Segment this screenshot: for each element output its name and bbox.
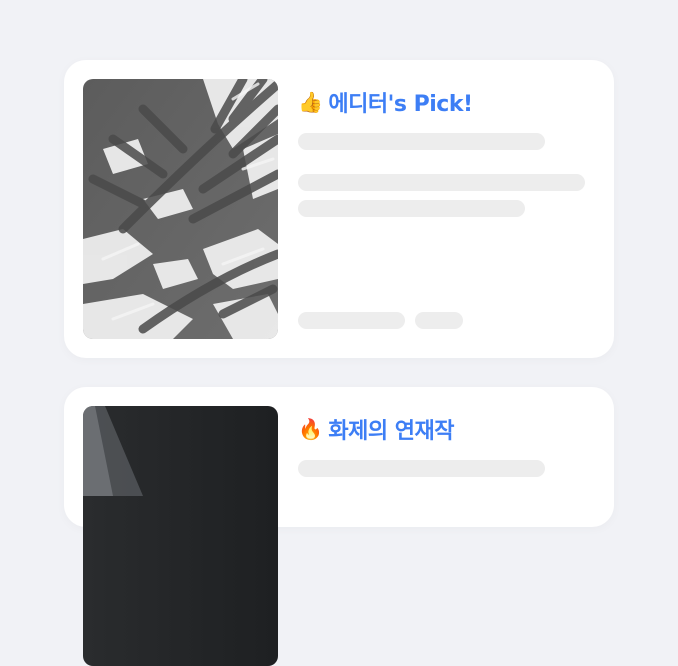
fire-icon: 🔥 [298, 417, 323, 441]
card-title[interactable]: 🔥 화제의 연재작 [298, 413, 455, 445]
skeleton-line [298, 174, 585, 191]
card-title[interactable]: 👍 에디터's Pick! [298, 86, 473, 118]
dark-cover-image [83, 406, 278, 666]
skeleton-line [298, 200, 525, 217]
skeleton-line [298, 460, 545, 477]
dark-cover-thumbnail[interactable] [83, 406, 278, 666]
thumbs-up-icon: 👍 [298, 90, 323, 114]
trending-series-card[interactable]: 🔥 화제의 연재작 [64, 387, 614, 666]
card-title-text[interactable]: 에디터's Pick! [328, 86, 473, 118]
skeleton-tag [298, 312, 405, 329]
palm-shadow-image [83, 79, 278, 339]
skeleton-tag [415, 312, 463, 329]
card-title-text[interactable]: 화제의 연재작 [328, 413, 454, 445]
editors-pick-card[interactable]: 👍 에디터's Pick! [64, 60, 614, 358]
skeleton-line [298, 133, 545, 150]
palm-shadow-thumbnail[interactable] [83, 79, 278, 339]
